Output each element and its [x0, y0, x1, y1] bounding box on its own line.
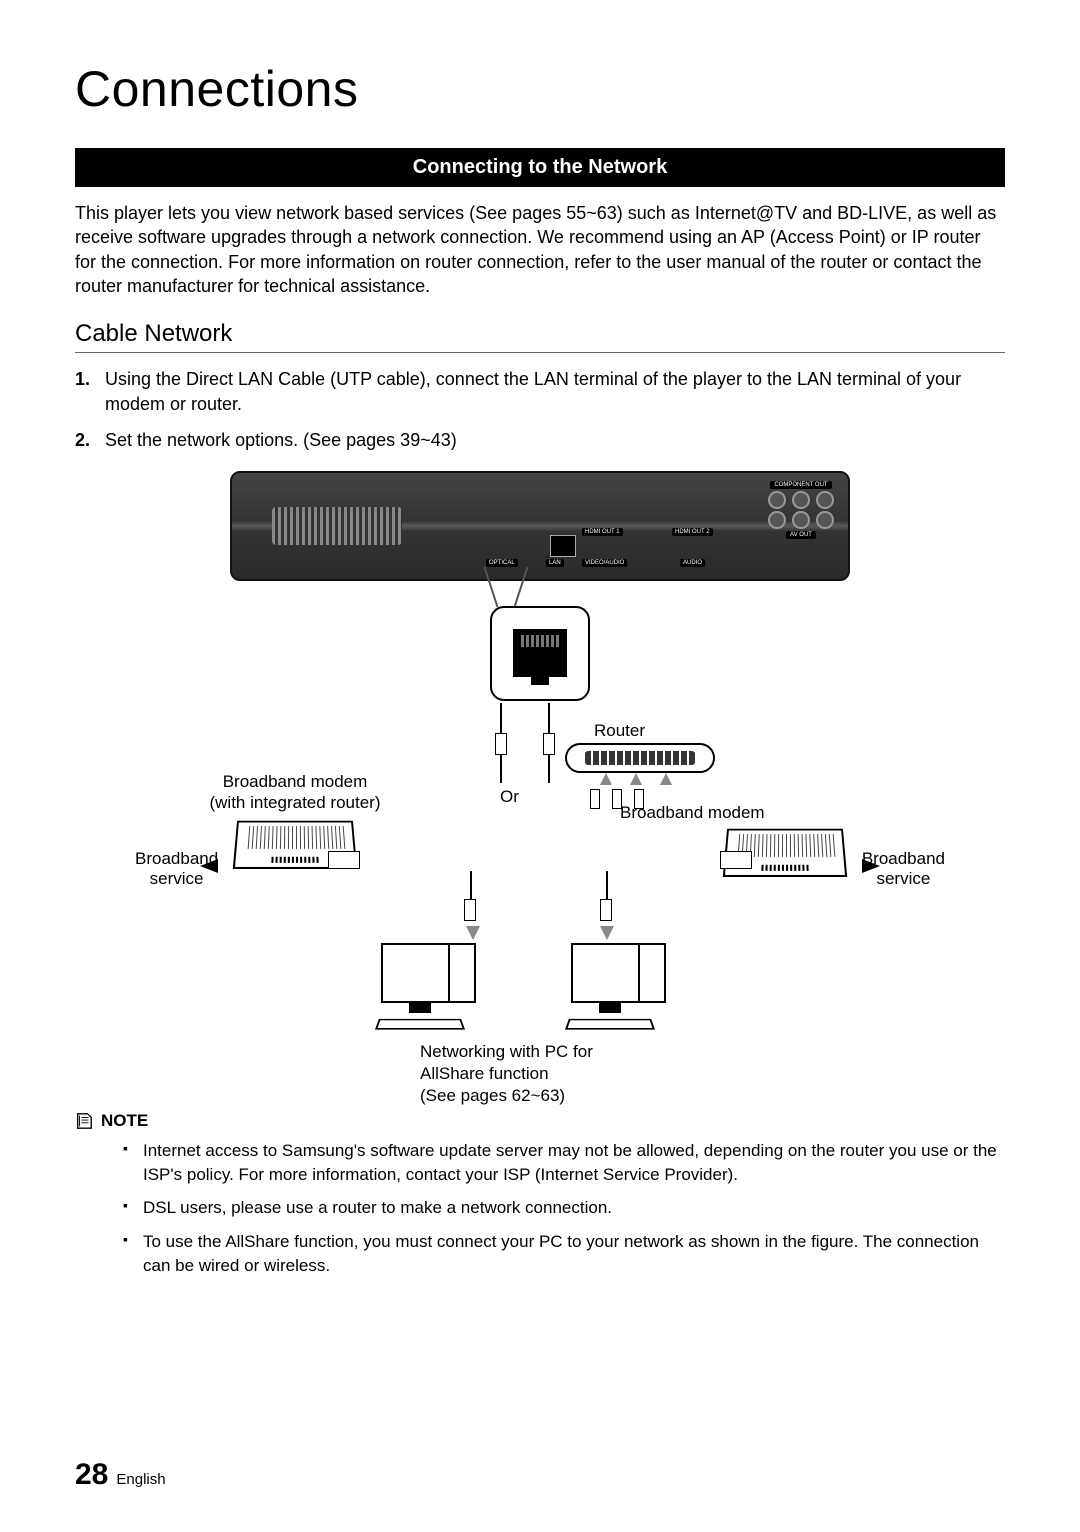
- rj45-plug-icon: [543, 733, 555, 755]
- note-item: DSL users, please use a router to make a…: [123, 1196, 1005, 1220]
- video-audio-label: VIDEO/AUDIO: [582, 559, 627, 567]
- note-header: NOTE: [75, 1111, 1005, 1131]
- vent-icon: [272, 507, 402, 545]
- down-arrow-icon: [600, 926, 614, 940]
- hdmi2-label: HDMI OUT 2: [672, 528, 713, 536]
- rj45-plug-icon: [464, 899, 476, 921]
- pc-icon: [550, 943, 670, 1031]
- rj45-plug-icon: [495, 733, 507, 755]
- connection-diagram: LAN OPTICAL HDMI OUT 1 HDMI OUT 2 VIDEO/…: [170, 471, 910, 1091]
- note-icon: [75, 1112, 93, 1130]
- lan-label: LAN: [546, 559, 564, 567]
- arrow-right-icon: [862, 859, 880, 873]
- arrow-left-icon: [200, 859, 218, 873]
- component-label: COMPONENT OUT: [770, 481, 831, 489]
- rj45-plug-icon: [600, 899, 612, 921]
- connector-icon: [720, 851, 752, 869]
- connector-icon: [328, 851, 360, 869]
- note-block: NOTE Internet access to Samsung's softwa…: [75, 1111, 1005, 1278]
- section-header: Connecting to the Network: [75, 148, 1005, 187]
- page-footer: 28 English: [75, 1458, 166, 1492]
- lan-port-zoom: [490, 606, 590, 701]
- or-label: Or: [500, 787, 519, 807]
- pc-icon: [360, 943, 480, 1031]
- step-item: 1.Using the Direct LAN Cable (UTP cable)…: [75, 367, 1005, 417]
- up-arrows: [600, 773, 672, 785]
- audio-label: AUDIO: [680, 559, 705, 567]
- player-rear-panel: LAN OPTICAL HDMI OUT 1 HDMI OUT 2 VIDEO/…: [230, 471, 850, 581]
- avout-label: AV OUT: [786, 531, 816, 539]
- lan-jack-icon: [513, 629, 567, 677]
- subsection-title: Cable Network: [75, 320, 1005, 353]
- modem-integrated-label: Broadband modem (with integrated router): [155, 771, 435, 814]
- down-arrow-icon: [466, 926, 480, 940]
- notes-list: Internet access to Samsung's software up…: [123, 1139, 1005, 1278]
- optical-label: OPTICAL: [486, 559, 518, 567]
- router-label: Router: [594, 721, 645, 741]
- note-item: Internet access to Samsung's software up…: [123, 1139, 1005, 1187]
- language-label: English: [116, 1471, 165, 1488]
- router-icon: [565, 743, 715, 773]
- note-label: NOTE: [101, 1111, 148, 1131]
- note-item: To use the AllShare function, you must c…: [123, 1230, 1005, 1278]
- allshare-caption: Networking with PC for AllShare function…: [420, 1041, 593, 1107]
- modem-right-label: Broadband modem: [620, 803, 765, 823]
- page-title: Connections: [75, 60, 1005, 118]
- step-number: 2.: [75, 428, 105, 453]
- step-item: 2.Set the network options. (See pages 39…: [75, 428, 1005, 453]
- lan-port-icon: [550, 535, 576, 557]
- steps-list: 1.Using the Direct LAN Cable (UTP cable)…: [75, 367, 1005, 453]
- step-text: Using the Direct LAN Cable (UTP cable), …: [105, 367, 1005, 417]
- component-ports: COMPONENT OUT AV OUT: [768, 481, 834, 539]
- step-text: Set the network options. (See pages 39~4…: [105, 428, 457, 453]
- page-number: 28: [75, 1458, 108, 1492]
- intro-text: This player lets you view network based …: [75, 201, 1005, 298]
- step-number: 1.: [75, 367, 105, 417]
- hdmi1-label: HDMI OUT 1: [582, 528, 623, 536]
